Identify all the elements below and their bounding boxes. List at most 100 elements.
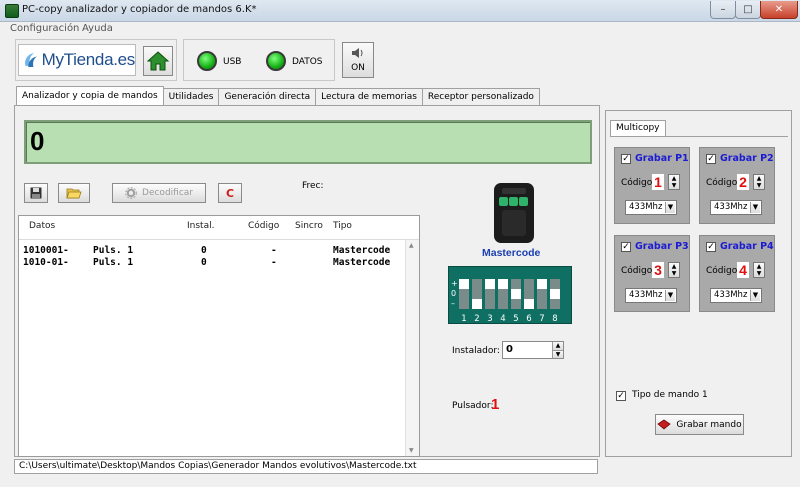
grabar-p4-checkbox[interactable]: ✓	[706, 242, 716, 252]
code-display: 0	[24, 120, 592, 164]
capture-list[interactable]: Datos Instal. Código Sincro Tipo 1010001…	[18, 215, 420, 457]
scroll-down-icon[interactable]: ▼	[409, 447, 414, 454]
gear-icon	[125, 187, 137, 199]
cell-tipo: Mastercode	[333, 257, 391, 268]
codigo-label: Código:	[706, 266, 741, 276]
grabar-p4-group: ✓ Grabar P4 Código: 4 ▲ ▼ 433Mhz ▼	[699, 235, 775, 312]
cell-tipo: Mastercode	[333, 245, 391, 256]
grabar-p1-checkbox[interactable]: ✓	[621, 154, 631, 164]
home-icon	[147, 51, 169, 71]
scroll-up-icon[interactable]: ▲	[409, 242, 414, 249]
pulsador-label: Pulsador:	[452, 401, 494, 411]
table-row[interactable]: 1010001- Puls. 1 0 - Mastercode	[23, 245, 403, 257]
codigo-label: Código:	[621, 266, 656, 276]
logo: MyTienda.es	[18, 44, 136, 76]
stepper-up-icon[interactable]: ▲	[552, 342, 563, 350]
tab-analizador[interactable]: Analizador y copia de mandos	[16, 86, 164, 105]
freq-select[interactable]: 433Mhz ▼	[625, 200, 677, 215]
decode-button[interactable]: Decodificar	[112, 183, 206, 203]
codigo-stepper[interactable]: ▲ ▼	[668, 174, 680, 190]
window-title: PC-copy analizador y copiador de mandos …	[22, 4, 257, 15]
open-button[interactable]	[58, 183, 90, 203]
close-button[interactable]: ✕	[760, 1, 798, 19]
dip-switch-6[interactable]	[524, 279, 534, 309]
tab-utilidades[interactable]: Utilidades	[162, 88, 220, 105]
instalador-label: Instalador:	[452, 346, 500, 356]
tab-generacion-directa[interactable]: Generación directa	[218, 88, 317, 105]
dip-number: 8	[552, 314, 558, 324]
codigo-stepper[interactable]: ▲ ▼	[753, 174, 765, 190]
file-path: C:\Users\ultimate\Desktop\Mandos Copias\…	[14, 459, 598, 474]
freq-select[interactable]: 433Mhz ▼	[625, 288, 677, 303]
dip-switch-8[interactable]	[550, 279, 560, 309]
instalador-stepper[interactable]: 0 ▲ ▼	[502, 341, 564, 359]
freq-select[interactable]: 433Mhz ▼	[710, 200, 762, 215]
cell-puls: Puls. 1	[93, 245, 134, 256]
dip-switch-2[interactable]	[472, 279, 482, 309]
chevron-down-icon[interactable]: ▼	[665, 290, 675, 301]
minimize-button[interactable]: –	[710, 1, 736, 19]
datos-led-icon	[266, 51, 286, 71]
codigo-stepper[interactable]: ▲ ▼	[753, 262, 765, 278]
clear-button[interactable]: C	[218, 183, 242, 203]
codigo-value: 1	[652, 174, 664, 190]
table-row[interactable]: 1010-01- Puls. 1 0 - Mastercode	[23, 257, 403, 269]
logo-swirl-icon	[25, 53, 37, 67]
chevron-down-icon[interactable]: ▼	[750, 202, 760, 213]
tab-receptor-personalizado[interactable]: Receptor personalizado	[421, 88, 540, 105]
list-header: Datos Instal. Código Sincro Tipo	[19, 216, 419, 240]
remote-name: Mastercode	[482, 247, 541, 259]
tipo-mando-label: Tipo de mando 1	[632, 390, 708, 400]
dip-switch-7[interactable]	[537, 279, 547, 309]
usb-label: USB	[223, 57, 242, 67]
dip-minus-label: –	[451, 299, 455, 308]
tipo-mando-checkbox[interactable]: ✓	[616, 391, 626, 401]
grabar-p1-group: ✓ Grabar P1 Código: 1 ▲ ▼ 433Mhz ▼	[614, 147, 690, 224]
chevron-down-icon[interactable]: ▼	[750, 290, 760, 301]
display-value: 0	[30, 126, 45, 156]
dip-number: 1	[461, 314, 467, 324]
logo-text: MyTienda.es	[41, 50, 136, 69]
usb-led-icon	[197, 51, 217, 71]
col-codigo[interactable]: Código	[248, 221, 279, 231]
grabar-p3-checkbox[interactable]: ✓	[621, 242, 631, 252]
col-instal[interactable]: Instal.	[187, 221, 214, 231]
sound-toggle-button[interactable]: ON	[342, 42, 374, 78]
grabar-mando-button[interactable]: Grabar mando	[655, 414, 744, 435]
title-bar: PC-copy analizador y copiador de mandos …	[0, 0, 800, 22]
dip-switch-panel: + 0 – 1 2 3 4 5 6 7 8	[448, 266, 572, 324]
dip-switch-1[interactable]	[459, 279, 469, 309]
freq-value: 433Mhz	[714, 290, 748, 300]
tab-lectura-memorias[interactable]: Lectura de memorias	[315, 88, 423, 105]
codigo-stepper[interactable]: ▲ ▼	[668, 262, 680, 278]
home-button[interactable]	[143, 46, 173, 76]
freq-value: 433Mhz	[714, 202, 748, 212]
maximize-button[interactable]: □	[735, 1, 761, 19]
stepper-down-icon[interactable]: ▼	[552, 350, 563, 358]
tab-multicopy[interactable]: Multicopy	[610, 120, 666, 136]
list-scrollbar[interactable]: ▲ ▼	[405, 240, 419, 456]
codigo-value: 4	[737, 262, 749, 278]
menu-configuracion[interactable]: Configuración	[10, 23, 79, 34]
frec-label: Frec:	[302, 181, 324, 191]
cell-codigo: -	[271, 257, 277, 268]
cell-instal: 0	[201, 257, 207, 268]
record-remote-icon	[657, 419, 672, 430]
menu-ayuda[interactable]: Ayuda	[82, 23, 113, 34]
cell-instal: 0	[201, 245, 207, 256]
freq-select[interactable]: 433Mhz ▼	[710, 288, 762, 303]
col-tipo[interactable]: Tipo	[333, 221, 352, 231]
save-button[interactable]	[24, 183, 48, 203]
dip-switch-4[interactable]	[498, 279, 508, 309]
grabar-p2-title: Grabar P2	[720, 153, 774, 164]
grabar-p2-checkbox[interactable]: ✓	[706, 154, 716, 164]
chevron-down-icon[interactable]: ▼	[665, 202, 675, 213]
freq-value: 433Mhz	[629, 290, 663, 300]
grabar-p3-group: ✓ Grabar P3 Código: 3 ▲ ▼ 433Mhz ▼	[614, 235, 690, 312]
dip-plus-label: +	[451, 279, 458, 288]
col-sincro[interactable]: Sincro	[295, 221, 323, 231]
dip-switch-3[interactable]	[485, 279, 495, 309]
col-datos[interactable]: Datos	[29, 221, 55, 231]
decode-label: Decodificar	[142, 188, 193, 198]
dip-switch-5[interactable]	[511, 279, 521, 309]
